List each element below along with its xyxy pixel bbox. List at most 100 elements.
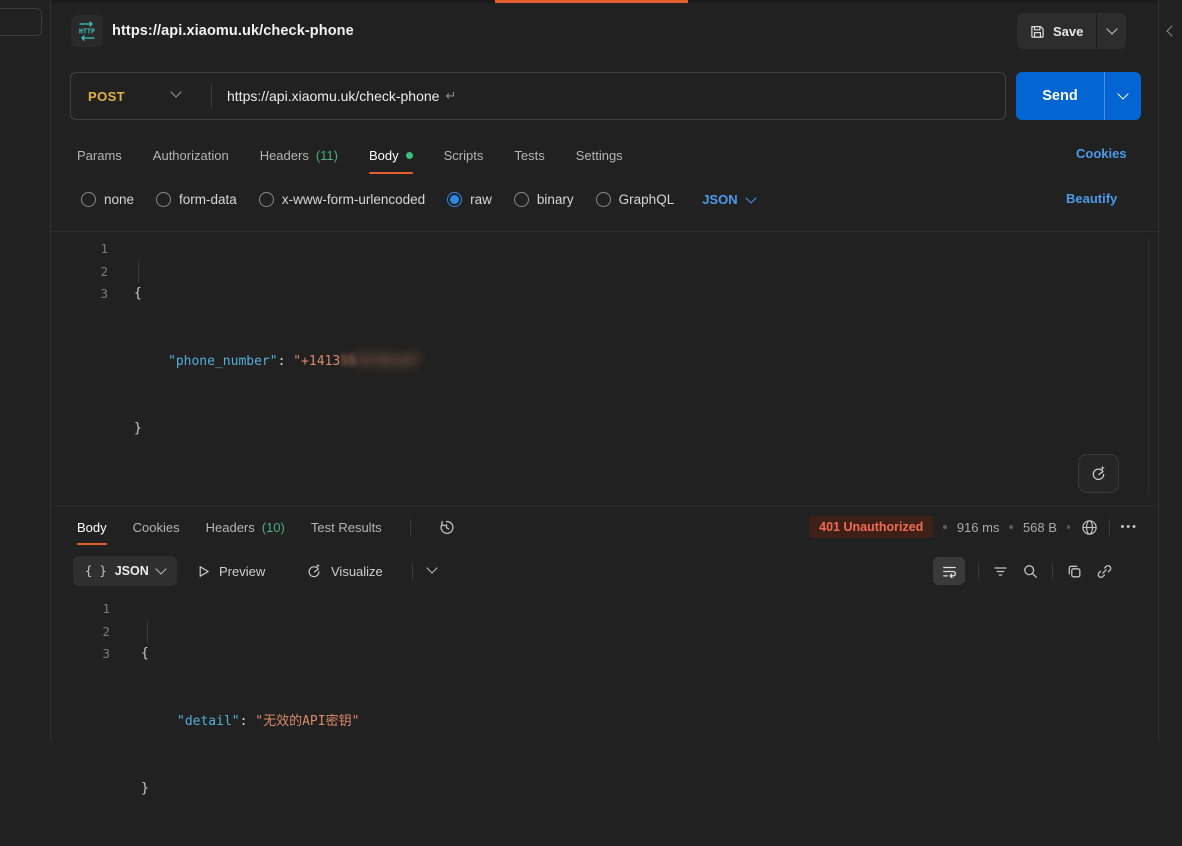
status-badge[interactable]: 401 Unauthorized xyxy=(809,516,933,538)
body-modified-dot xyxy=(406,152,413,159)
tab-tests[interactable]: Tests xyxy=(514,136,544,174)
filter-icon[interactable] xyxy=(992,563,1009,580)
request-tabs: Params Authorization Headers(11) Body Sc… xyxy=(77,136,623,174)
redacted-phone-digits: 5550187 xyxy=(356,354,421,369)
http-badge-label: HTTP xyxy=(79,28,95,36)
radio-binary[interactable]: binary xyxy=(514,192,574,207)
toolbar-chevron-icon[interactable] xyxy=(426,562,437,573)
radio-x-www-form-urlencoded[interactable]: x-www-form-urlencoded xyxy=(259,192,425,207)
response-body-code[interactable]: { "detail": "无效的API密钥" } xyxy=(141,598,359,846)
postbot-ai-button[interactable] xyxy=(1078,454,1119,493)
copy-icon[interactable] xyxy=(1066,563,1083,580)
send-options-button[interactable] xyxy=(1105,72,1141,120)
send-button-label: Send xyxy=(1016,72,1104,120)
active-tab-indicator xyxy=(495,0,688,3)
save-button[interactable]: Save xyxy=(1017,13,1126,49)
dot-separator xyxy=(943,525,947,529)
send-button[interactable]: Send xyxy=(1016,72,1141,120)
resp-tab-body[interactable]: Body xyxy=(77,509,107,545)
left-sidebar xyxy=(0,0,51,741)
radio-raw[interactable]: raw xyxy=(447,192,492,207)
indent-guide xyxy=(147,621,148,643)
code-line: "detail": "无效的API密钥" xyxy=(141,711,359,734)
chevron-down-icon xyxy=(1117,88,1128,99)
resp-tab-headers[interactable]: Headers(10) xyxy=(206,509,285,545)
toolbar-divider xyxy=(412,563,413,580)
link-icon[interactable] xyxy=(1096,563,1113,580)
save-options-button[interactable] xyxy=(1097,13,1126,49)
beautify-link[interactable]: Beautify xyxy=(1066,191,1117,206)
meta-divider xyxy=(1109,519,1110,535)
tab-params[interactable]: Params xyxy=(77,136,122,174)
response-size[interactable]: 568 B xyxy=(1023,520,1057,535)
braces-icon: { } xyxy=(85,564,107,578)
response-tabs: Body Cookies Headers(10) Test Results xyxy=(77,509,456,545)
tools-divider xyxy=(1052,563,1053,579)
chevron-down-icon xyxy=(745,192,756,203)
raw-language-select[interactable]: JSON xyxy=(702,192,754,207)
url-input[interactable]: https://api.xiaomu.uk/check-phone ↵ xyxy=(227,72,456,120)
collapse-panel-icon[interactable] xyxy=(1166,25,1177,36)
wrap-text-button[interactable] xyxy=(933,557,965,585)
line-numbers: 1 2 3 xyxy=(60,238,108,306)
return-symbol: ↵ xyxy=(445,88,456,104)
http-request-icon: HTTP xyxy=(71,15,103,47)
response-meta: 401 Unauthorized 916 ms 568 B ••• xyxy=(809,509,1138,545)
resp-headers-count: (10) xyxy=(262,520,285,535)
resp-tab-cookies[interactable]: Cookies xyxy=(133,509,180,545)
body-type-options: none form-data x-www-form-urlencoded raw… xyxy=(81,186,755,213)
radio-graphql[interactable]: GraphQL xyxy=(596,192,675,207)
response-format-select[interactable]: { } JSON xyxy=(73,556,177,586)
json-key: "detail" xyxy=(177,714,240,729)
cookies-link[interactable]: Cookies xyxy=(1076,146,1127,161)
tab-authorization[interactable]: Authorization xyxy=(153,136,229,174)
response-time[interactable]: 916 ms xyxy=(957,520,1000,535)
search-icon[interactable] xyxy=(1022,563,1039,580)
radio-icon xyxy=(156,192,171,207)
code-line: } xyxy=(141,778,359,801)
url-value: https://api.xiaomu.uk/check-phone xyxy=(227,88,439,104)
visualize-label: Visualize xyxy=(331,564,383,579)
radio-form-data[interactable]: form-data xyxy=(156,192,237,207)
code-line: "phone_number": "+1413555550187 xyxy=(134,351,421,374)
save-button-label: Save xyxy=(1053,24,1083,39)
response-body-editor[interactable]: 1 2 3 { "detail": "无效的API密钥" } xyxy=(51,596,1158,741)
radio-icon xyxy=(259,192,274,207)
indent-guide xyxy=(138,261,139,283)
json-string-value: "+1413 xyxy=(293,354,340,369)
request-title: https://api.xiaomu.uk/check-phone xyxy=(112,23,354,39)
language-label: JSON xyxy=(702,192,737,207)
editor-panel-edge xyxy=(1148,238,1149,494)
sparkle-circle-icon xyxy=(305,562,323,580)
tools-divider xyxy=(978,563,979,579)
tab-scripts[interactable]: Scripts xyxy=(444,136,484,174)
line-numbers: 1 2 3 xyxy=(60,598,110,666)
sparkle-circle-icon xyxy=(1089,464,1108,483)
resp-tab-test-results[interactable]: Test Results xyxy=(311,509,382,545)
method-selector[interactable]: POST xyxy=(88,72,125,120)
json-string-value: "无效的API密钥" xyxy=(255,714,359,729)
request-body-editor[interactable]: 1 2 3 { "phone_number": "+1413555550187 … xyxy=(51,231,1158,504)
network-globe-icon[interactable] xyxy=(1080,518,1099,537)
code-line: } xyxy=(134,418,421,441)
radio-icon xyxy=(596,192,611,207)
dot-separator xyxy=(1067,525,1071,529)
response-separator xyxy=(51,505,1158,506)
sidebar-collapsed-item[interactable] xyxy=(0,8,42,36)
radio-selected-icon xyxy=(447,192,462,207)
right-sidebar-rail xyxy=(1158,0,1182,741)
visualize-button[interactable]: Visualize xyxy=(305,556,383,586)
response-tools xyxy=(933,557,1113,585)
radio-none[interactable]: none xyxy=(81,192,134,207)
chevron-down-icon xyxy=(155,563,166,574)
json-key: "phone_number" xyxy=(168,354,278,369)
response-history-icon[interactable] xyxy=(437,518,456,537)
format-label: JSON xyxy=(115,564,149,578)
tab-settings[interactable]: Settings xyxy=(576,136,623,174)
tab-headers[interactable]: Headers(11) xyxy=(260,136,338,174)
dot-separator xyxy=(1009,525,1013,529)
request-body-code[interactable]: { "phone_number": "+1413555550187 } xyxy=(134,238,421,486)
preview-button[interactable]: Preview xyxy=(196,556,265,586)
more-options-icon[interactable]: ••• xyxy=(1120,521,1138,533)
tab-body[interactable]: Body xyxy=(369,136,413,174)
